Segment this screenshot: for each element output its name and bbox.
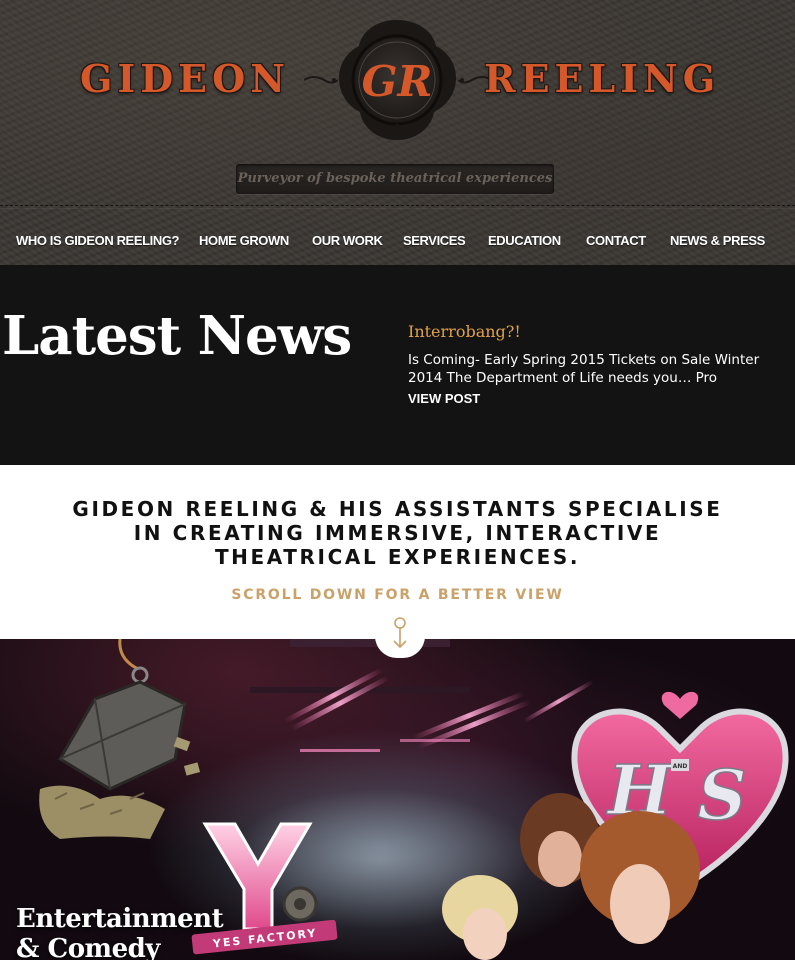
- scroll-down-prompt[interactable]: SCROLL DOWN FOR A BETTER VIEW: [0, 587, 795, 603]
- news-post-title[interactable]: Interrobang?!: [408, 322, 521, 341]
- stage-lights: [230, 639, 595, 929]
- hero-caption-line-2: & Comedy: [16, 934, 160, 960]
- nav-item-services[interactable]: SERVICES: [403, 233, 466, 248]
- monogram-emblem-icon[interactable]: GR: [330, 16, 465, 146]
- nav-item-education[interactable]: EDUCATION: [488, 233, 561, 248]
- header-divider-highlight: [0, 208, 795, 209]
- view-post-link[interactable]: VIEW POST: [408, 391, 480, 406]
- header-divider: [0, 205, 795, 206]
- intro-line-3: THEATRICAL EXPERIENCES.: [214, 545, 581, 569]
- scroll-down-button[interactable]: [375, 614, 425, 658]
- hero-caption-line-1: Entertainment: [16, 904, 224, 934]
- main-nav: WHO IS GIDEON REELING? HOME GROWN OUR WO…: [0, 222, 795, 260]
- latest-news-heading: Latest News: [2, 305, 352, 367]
- intro-line-2: IN CREATING IMMERSIVE, INTERACTIVE: [133, 521, 662, 545]
- monogram-text: GR: [362, 57, 433, 106]
- scroll-arrow-icon: [393, 617, 407, 649]
- nav-item-news-press[interactable]: NEWS & PRESS: [670, 233, 765, 248]
- brand-name-left[interactable]: GIDEON: [80, 56, 290, 101]
- svg-text:S: S: [697, 756, 746, 836]
- hero-banner[interactable]: YES FACTORY H S AND Entertainment & Come…: [0, 639, 795, 960]
- nav-item-home-grown[interactable]: HOME GROWN: [199, 233, 289, 248]
- briefcase-illustration: [39, 639, 201, 839]
- hero-category-caption[interactable]: Entertainment & Comedy: [16, 904, 224, 960]
- site-header: GIDEON GR REELING Purveyor of bespoke th…: [0, 0, 795, 265]
- latest-news-section: Latest News Interrobang?! Is Coming- Ear…: [0, 265, 795, 465]
- intro-line-1: GIDEON REELING & HIS ASSISTANTS SPECIALI…: [72, 497, 723, 521]
- brand-name-right[interactable]: REELING: [484, 56, 720, 101]
- nav-item-who-is-gideon-reeling[interactable]: WHO IS GIDEON REELING?: [16, 233, 180, 248]
- nav-item-contact[interactable]: CONTACT: [586, 233, 646, 248]
- nav-item-our-work[interactable]: OUR WORK: [312, 233, 383, 248]
- news-post-excerpt: Is Coming- Early Spring 2015 Tickets on …: [408, 352, 760, 386]
- intro-section: GIDEON REELING & HIS ASSISTANTS SPECIALI…: [0, 465, 795, 639]
- intro-statement: GIDEON REELING & HIS ASSISTANTS SPECIALI…: [0, 497, 795, 569]
- site-tagline: Purveyor of bespoke theatrical experienc…: [236, 164, 554, 194]
- heart-and-text: AND: [673, 763, 688, 770]
